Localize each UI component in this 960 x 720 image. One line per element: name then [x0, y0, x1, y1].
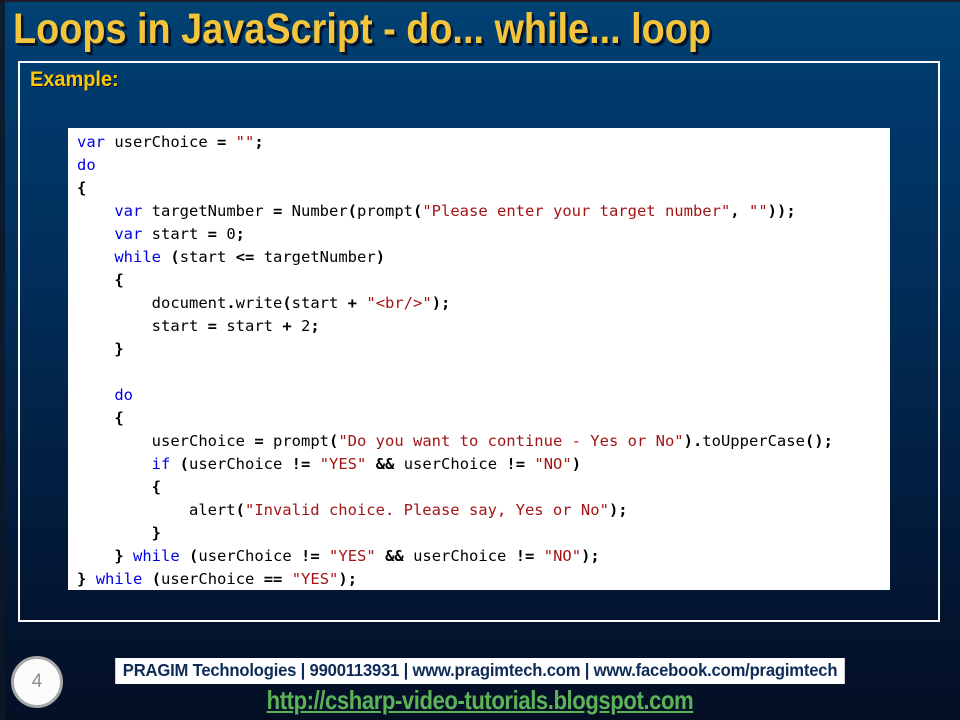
page-title: Loops in JavaScript - do... while... loo…: [13, 5, 711, 54]
code-line: }: [77, 338, 890, 361]
footer-link-row: http://csharp-video-tutorials.blogspot.c…: [0, 685, 960, 716]
code-line: {: [77, 407, 890, 430]
code-line: if (userChoice != "YES" && userChoice !=…: [77, 453, 890, 476]
code-line: } while (userChoice != "YES" && userChoi…: [77, 545, 890, 568]
code-line: var start = 0;: [77, 223, 890, 246]
slide-top-edge: [0, 0, 960, 2]
code-line: {: [77, 476, 890, 499]
code-line: do: [77, 154, 890, 177]
code-line: {: [77, 177, 890, 200]
code-line: alert("Invalid choice. Please say, Yes o…: [77, 499, 890, 522]
footer: PRAGIM Technologies | 9900113931 | www.p…: [0, 658, 960, 684]
code-line: var userChoice = "";: [77, 131, 890, 154]
blog-link[interactable]: http://csharp-video-tutorials.blogspot.c…: [267, 685, 694, 716]
code-line: userChoice = prompt("Do you want to cont…: [77, 430, 890, 453]
code-line: document.write(start + "<br/>");: [77, 292, 890, 315]
code-line: do: [77, 384, 890, 407]
code-block: var userChoice = "";do{ var targetNumber…: [68, 128, 890, 590]
slide-left-edge: [0, 0, 5, 720]
example-panel: Example: var userChoice = "";do{ var tar…: [18, 61, 940, 622]
code-line: start = start + 2;: [77, 315, 890, 338]
example-label: Example:: [30, 68, 119, 92]
code-line: } while (userChoice == "YES");: [77, 568, 890, 590]
code-line: }: [77, 522, 890, 545]
footer-contact-text: PRAGIM Technologies | 9900113931 | www.p…: [115, 658, 845, 684]
code-line: [77, 361, 890, 384]
code-line: var targetNumber = Number(prompt("Please…: [77, 200, 890, 223]
code-line: while (start <= targetNumber): [77, 246, 890, 269]
code-line: {: [77, 269, 890, 292]
